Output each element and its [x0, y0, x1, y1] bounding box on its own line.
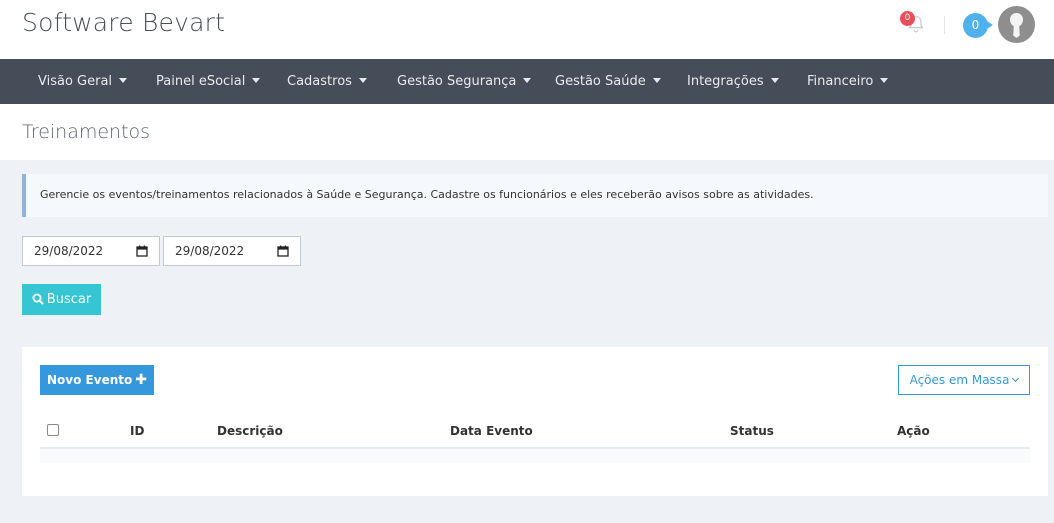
nav-label: Visão Geral: [38, 74, 113, 89]
column-status[interactable]: Status: [730, 424, 774, 438]
bulk-actions-button[interactable]: Ações em Massa: [898, 365, 1030, 395]
caret-down-icon: [119, 78, 128, 83]
main-navbar: Visão Geral Painel eSocial Cadastros Ges…: [0, 59, 1054, 104]
search-button-label: Buscar: [46, 292, 92, 307]
caret-down-icon: [880, 78, 889, 83]
nav-label: Gestão Segurança: [397, 74, 517, 89]
nav-gestao-seguranca[interactable]: Gestão Segurança: [397, 59, 532, 104]
search-button[interactable]: Buscar: [22, 284, 101, 315]
plus-icon: ✚: [135, 372, 147, 388]
calendar-icon[interactable]: [136, 245, 148, 257]
date-end-input[interactable]: 29/08/2022: [163, 236, 301, 266]
caret-down-icon: [358, 78, 367, 83]
nav-financeiro[interactable]: Financeiro: [807, 59, 889, 104]
events-panel: Novo Evento ✚ Ações em Massa ID Descrição…: [22, 347, 1048, 496]
date-start-value: 29/08/2022: [34, 244, 104, 258]
select-all-checkbox[interactable]: [47, 424, 59, 436]
brand-title[interactable]: Software Bevart: [22, 8, 225, 37]
column-descricao[interactable]: Descrição: [217, 424, 283, 438]
nav-label: Cadastros: [287, 74, 352, 89]
user-avatar-icon: [998, 6, 1035, 43]
caret-down-icon: [523, 78, 532, 83]
info-note-text: Gerencie os eventos/treinamentos relacio…: [40, 188, 814, 201]
top-header: Software Bevart 0 0: [0, 0, 1054, 59]
info-note: Gerencie os eventos/treinamentos relacio…: [22, 174, 1048, 217]
caret-down-icon: [652, 78, 661, 83]
chevron-down-icon: [1012, 374, 1020, 383]
header-divider: [944, 16, 945, 34]
search-icon: [32, 293, 44, 305]
nav-label: Financeiro: [807, 74, 874, 89]
date-start-input[interactable]: 29/08/2022: [22, 236, 160, 266]
nav-visao-geral[interactable]: Visão Geral: [38, 59, 128, 104]
caret-down-icon: [252, 78, 261, 83]
nav-label: Gestão Saúde: [555, 74, 646, 89]
page-title-bar: Treinamentos: [0, 104, 1054, 160]
nav-cadastros[interactable]: Cadastros: [287, 59, 367, 104]
column-data-evento[interactable]: Data Evento: [450, 424, 533, 438]
page-title: Treinamentos: [22, 121, 151, 143]
notifications-button[interactable]: 0: [900, 11, 930, 37]
column-acao[interactable]: Ação: [897, 424, 930, 438]
bulk-actions-label: Ações em Massa: [909, 373, 1010, 387]
new-event-button[interactable]: Novo Evento ✚: [40, 365, 154, 395]
calendar-icon[interactable]: [277, 245, 289, 257]
user-avatar[interactable]: [998, 6, 1035, 43]
table-header: ID Descrição Data Evento Status Ação: [40, 417, 1030, 449]
nav-label: Integrações: [687, 74, 764, 89]
column-id[interactable]: ID: [130, 424, 144, 438]
nav-painel-esocial[interactable]: Painel eSocial: [156, 59, 261, 104]
nav-label: Painel eSocial: [156, 74, 246, 89]
nav-gestao-saude[interactable]: Gestão Saúde: [555, 59, 661, 104]
new-event-label: Novo Evento: [47, 373, 133, 387]
caret-down-icon: [770, 78, 779, 83]
table-empty-row: [40, 449, 1030, 463]
notification-badge: 0: [900, 11, 915, 26]
tasks-count-badge[interactable]: 0: [963, 13, 993, 38]
date-end-value: 29/08/2022: [175, 244, 245, 258]
nav-integracoes[interactable]: Integrações: [687, 59, 779, 104]
